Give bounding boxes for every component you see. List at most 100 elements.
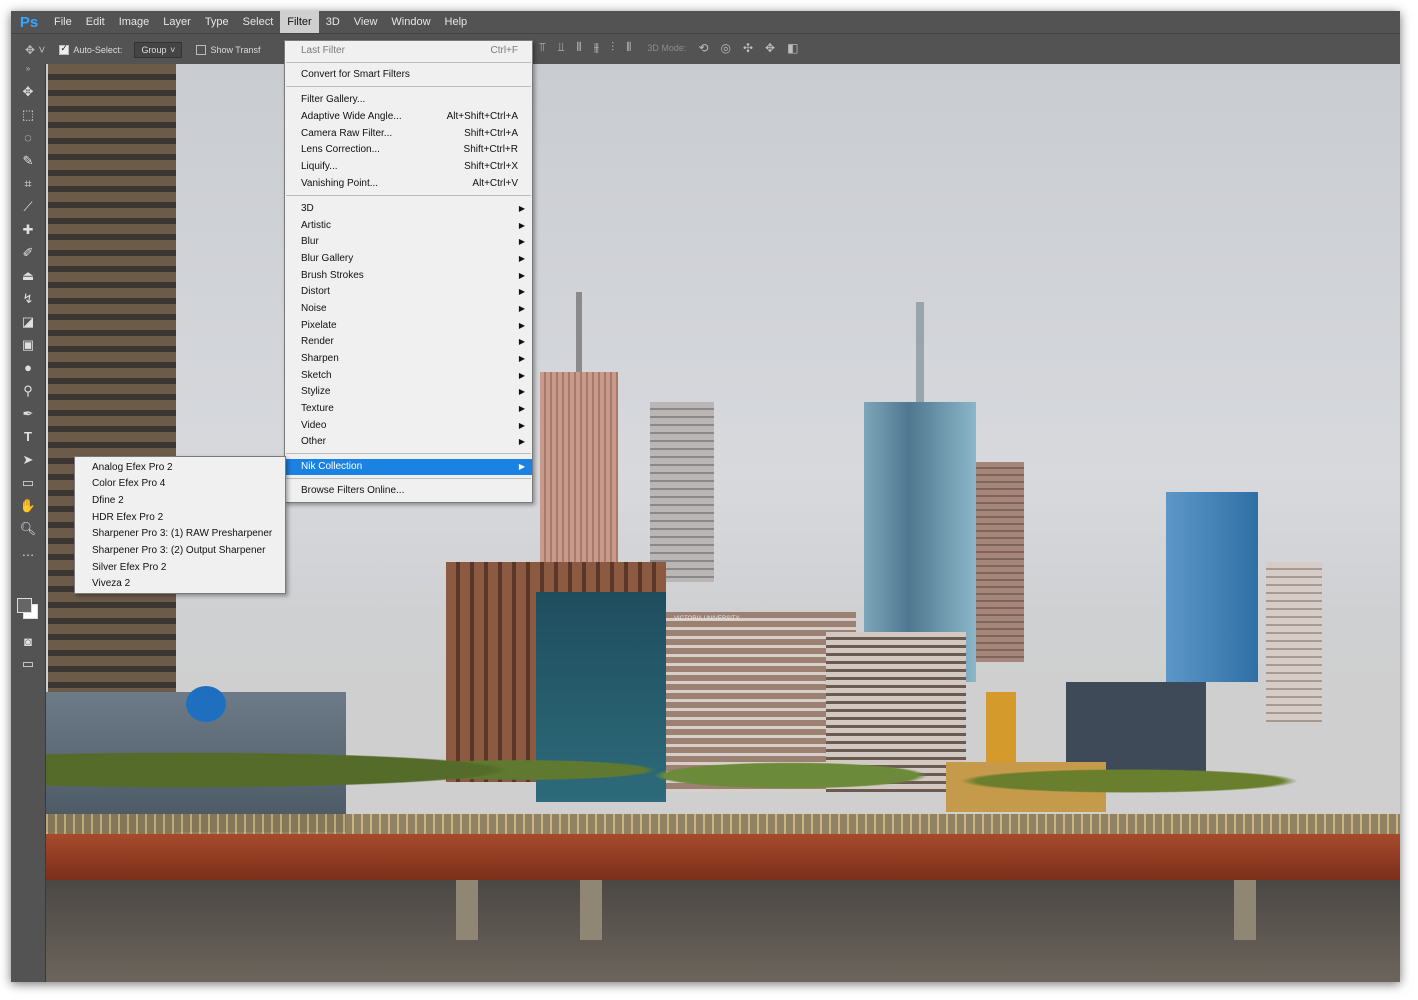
dodge-icon[interactable]: ⚲ (11, 379, 45, 402)
align-top-icon[interactable]: ⫪ (539, 40, 546, 55)
menu-item-adaptive-wide-angle[interactable]: Adaptive Wide Angle... Alt+Shift+Ctrl+A (285, 109, 532, 125)
menu-item-distort[interactable]: Distort ▶ (285, 284, 532, 300)
3d-scale-icon[interactable]: ◧ (787, 41, 798, 55)
menu-item-filter-gallery[interactable]: Filter Gallery... (285, 92, 532, 108)
eyedropper-icon[interactable]: ⟋ (11, 195, 45, 218)
menu-item-vanishing-point[interactable]: Vanishing Point... Alt+Ctrl+V (285, 176, 532, 192)
menu-item-label: Lens Correction... (301, 144, 380, 155)
menu-item-camera-raw-filter[interactable]: Camera Raw Filter... Shift+Ctrl+A (285, 126, 532, 142)
menu-item-texture[interactable]: Texture ▶ (285, 401, 532, 417)
type-icon[interactable]: T (11, 425, 45, 448)
gradient-icon[interactable]: ▣ (11, 333, 45, 356)
menu-item-brush-strokes[interactable]: Brush Strokes ▶ (285, 268, 532, 284)
move-tool-preset-icon[interactable]: ✥ ˅ (25, 43, 45, 57)
menu-item-last-filter[interactable]: Last Filter Ctrl+F (285, 43, 532, 59)
photo-spire (916, 302, 924, 402)
show-transform-checkbox[interactable] (196, 44, 207, 55)
menu-3d[interactable]: 3D (319, 11, 347, 33)
menu-item-label: 3D (301, 203, 314, 214)
menu-view[interactable]: View (347, 11, 385, 33)
menu-item-blur-gallery[interactable]: Blur Gallery ▶ (285, 251, 532, 267)
more-icon[interactable]: … (11, 540, 45, 563)
auto-align-icon[interactable]: ⦀ (626, 40, 631, 55)
path-select-icon[interactable]: ➤ (11, 448, 45, 471)
menu-separator (286, 62, 531, 63)
screen-mode-icon[interactable]: ▭ (11, 652, 45, 675)
healing-icon[interactable]: ✚ (11, 218, 45, 241)
submenu-item-sharpener-raw[interactable]: Sharpener Pro 3: (1) RAW Presharpener (92, 526, 272, 542)
submenu-item-viveza[interactable]: Viveza 2 (92, 576, 130, 592)
menu-help[interactable]: Help (438, 11, 475, 33)
history-brush-icon[interactable]: ↯ (11, 287, 45, 310)
3d-roll-icon[interactable]: ◎ (721, 41, 731, 55)
menu-select[interactable]: Select (236, 11, 281, 33)
quick-mask-icon[interactable]: ◙ (11, 630, 45, 653)
3d-slide-icon[interactable]: ✥ (765, 41, 775, 55)
distribute-right-icon[interactable]: ⫶ (611, 40, 614, 55)
menu-item-video[interactable]: Video ▶ (285, 418, 532, 434)
auto-select-option[interactable]: Auto-Select: (59, 43, 122, 55)
submenu-item-sharpener-output[interactable]: Sharpener Pro 3: (2) Output Sharpener (92, 543, 265, 559)
menu-item-render[interactable]: Render ▶ (285, 334, 532, 350)
submenu-item-analog-efex[interactable]: Analog Efex Pro 2 (92, 460, 173, 476)
menu-image[interactable]: Image (112, 11, 157, 33)
menu-item-label: Nik Collection (301, 461, 363, 472)
menu-layer[interactable]: Layer (156, 11, 198, 33)
menu-item-3d[interactable]: 3D ▶ (285, 201, 532, 217)
photo-building (650, 402, 714, 582)
lasso-icon[interactable]: ◌ (11, 126, 45, 149)
zoom-icon[interactable]: 🔍︎ (11, 517, 45, 540)
photoshop-window: Ps File Edit Image Layer Type Select Fil… (11, 11, 1400, 982)
menu-edit[interactable]: Edit (79, 11, 112, 33)
stamp-icon[interactable]: ⏏ (11, 264, 45, 287)
menu-item-pixelate[interactable]: Pixelate ▶ (285, 318, 532, 334)
foreground-color-swatch[interactable] (17, 598, 32, 613)
menu-filter[interactable]: Filter (280, 11, 319, 33)
distribute-left-icon[interactable]: ⫴ (577, 40, 582, 55)
auto-select-checkbox[interactable] (59, 43, 70, 55)
menu-item-nik-collection[interactable]: Nik Collection ▶ (285, 459, 532, 475)
auto-select-target-dropdown[interactable]: Group ˅ (134, 41, 183, 58)
align-vcenter-icon[interactable]: ⫫ (558, 40, 565, 55)
3d-orbit-icon[interactable]: ⟲ (698, 41, 708, 55)
quick-select-icon[interactable]: ✎ (11, 149, 45, 172)
menu-item-sketch[interactable]: Sketch ▶ (285, 368, 532, 384)
menu-item-liquify[interactable]: Liquify... Shift+Ctrl+X (285, 159, 532, 175)
move-icon[interactable]: ✥ (11, 80, 45, 103)
submenu-item-silver-efex[interactable]: Silver Efex Pro 2 (92, 560, 166, 576)
blur-icon[interactable]: ● (11, 356, 45, 379)
submenu-item-color-efex[interactable]: Color Efex Pro 4 (92, 476, 165, 492)
menu-item-lens-correction[interactable]: Lens Correction... Shift+Ctrl+R (285, 142, 532, 158)
photo-bridge-pier (580, 880, 602, 940)
menu-item-noise[interactable]: Noise ▶ (285, 301, 532, 317)
menu-window[interactable]: Window (384, 11, 437, 33)
rectangle-icon[interactable]: ▭ (11, 471, 45, 494)
menu-item-label: Pixelate (301, 320, 337, 331)
menu-item-artistic[interactable]: Artistic ▶ (285, 218, 532, 234)
pen-icon[interactable]: ✒ (11, 402, 45, 425)
submenu-item-hdr-efex[interactable]: HDR Efex Pro 2 (92, 510, 163, 526)
hand-icon[interactable]: ✋ (11, 494, 45, 517)
menu-type[interactable]: Type (198, 11, 236, 33)
submenu-arrow-icon: ▶ (518, 337, 525, 346)
crop-icon[interactable]: ⌗ (11, 172, 45, 195)
eraser-icon[interactable]: ◪ (11, 310, 45, 333)
menu-file[interactable]: File (47, 11, 79, 33)
distribute-hcenter-icon[interactable]: ⫵ (594, 40, 600, 55)
collapse-panel-icon[interactable]: » (11, 64, 45, 74)
menu-item-convert-smart-filters[interactable]: Convert for Smart Filters (285, 67, 532, 83)
brush-icon[interactable]: ✐ (11, 241, 45, 264)
marquee-icon[interactable]: ⬚ (11, 103, 45, 126)
menu-item-sharpen[interactable]: Sharpen ▶ (285, 351, 532, 367)
menu-item-blur[interactable]: Blur ▶ (285, 234, 532, 250)
menu-item-shortcut: Shift+Ctrl+R (463, 144, 518, 155)
submenu-item-dfine[interactable]: Dfine 2 (92, 493, 124, 509)
show-transform-option[interactable]: Show Transf (196, 44, 260, 55)
menu-item-browse-filters-online[interactable]: Browse Filters Online... (285, 483, 532, 499)
menu-item-other[interactable]: Other ▶ (285, 434, 532, 450)
photo-building (976, 462, 1024, 662)
submenu-arrow-icon: ▶ (518, 204, 525, 213)
3d-pan-icon[interactable]: ✣ (743, 41, 753, 55)
menu-item-stylize[interactable]: Stylize ▶ (285, 384, 532, 400)
photo-spire (576, 292, 582, 372)
